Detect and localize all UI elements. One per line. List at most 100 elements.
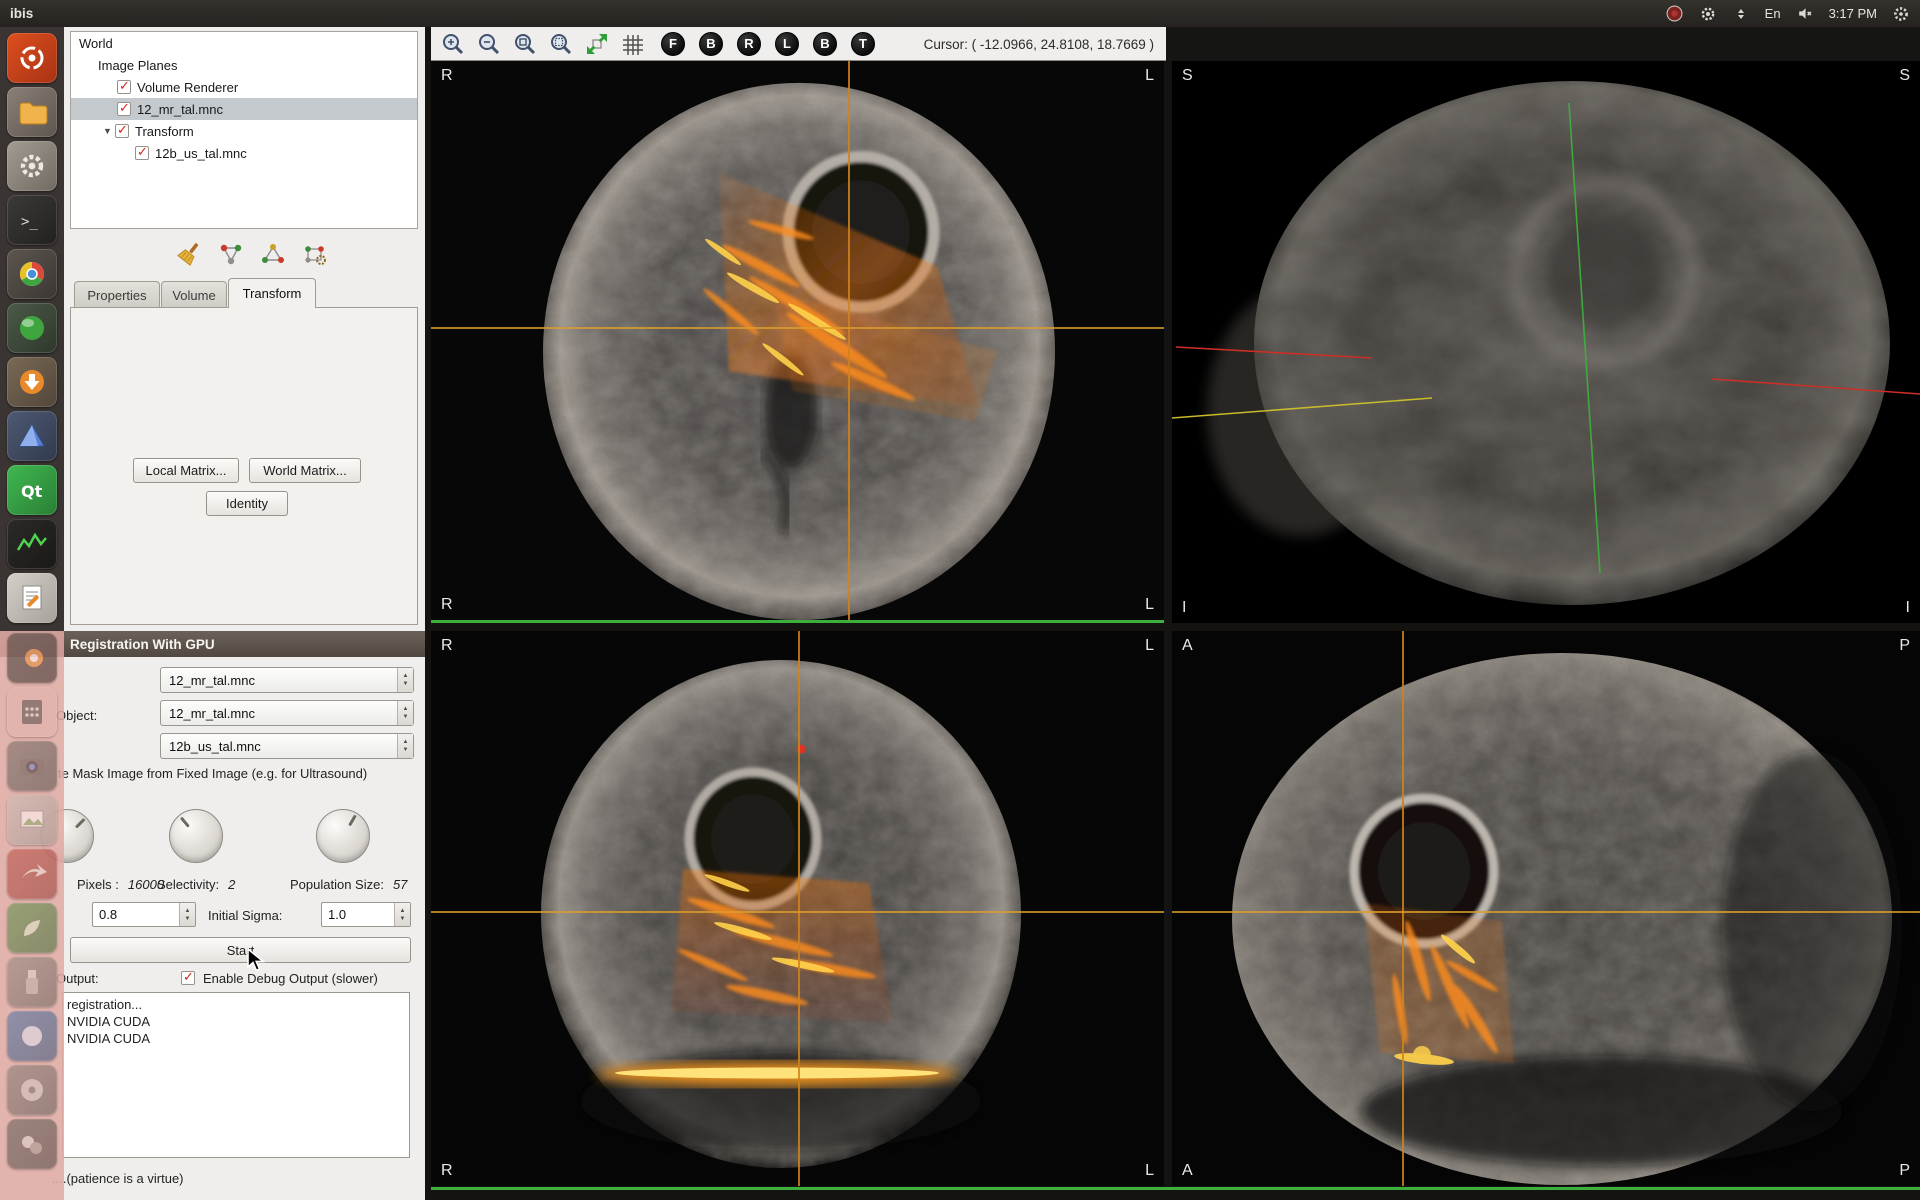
camera-top-button[interactable]: T: [851, 32, 875, 56]
tab-label: Volume: [172, 288, 215, 303]
launcher-icon-terminal[interactable]: >_: [7, 195, 57, 245]
camera-back-button[interactable]: B: [699, 32, 723, 56]
tab-volume[interactable]: Volume: [161, 281, 227, 308]
keyboard-settings-icon[interactable]: [1699, 5, 1717, 23]
population-value: 57: [393, 877, 407, 892]
launcher-icon-media-player[interactable]: [7, 303, 57, 353]
checkbox-checked[interactable]: [117, 80, 131, 94]
tree-item-world[interactable]: World: [71, 32, 417, 54]
launcher-icon-calculator[interactable]: [7, 687, 57, 737]
scene-graph-icon[interactable]: [216, 239, 246, 269]
camera-front-button[interactable]: F: [661, 32, 685, 56]
local-matrix-button[interactable]: Local Matrix...: [133, 458, 239, 483]
zoom-selection-icon[interactable]: [547, 30, 575, 58]
debug-output-label[interactable]: Enable Debug Output (slower): [203, 971, 378, 986]
launcher-icon-graphics-editor[interactable]: [7, 1119, 57, 1169]
button-label: B: [706, 36, 715, 51]
unity-launcher: >_ Qt: [0, 27, 64, 631]
launcher-icon-usb-creator[interactable]: [7, 957, 57, 1007]
combo-arrows-icon[interactable]: [397, 734, 413, 758]
launcher-icon-camera[interactable]: [7, 741, 57, 791]
pixels-label: Pixels :: [77, 877, 119, 892]
tree-item-label: 12b_us_tal.mnc: [155, 146, 247, 161]
volume-muted-icon[interactable]: [1796, 5, 1814, 23]
expand-view-icon[interactable]: [583, 30, 611, 58]
crosshair-horizontal[interactable]: [431, 911, 1164, 913]
record-indicator-icon[interactable]: [1666, 5, 1684, 23]
mask-option-label[interactable]: te Mask Image from Fixed Image (e.g. for…: [58, 766, 367, 781]
registration-status-text: ....(patience is a virtue): [52, 1171, 184, 1186]
checkbox-checked[interactable]: [117, 102, 131, 116]
crosshair-vertical[interactable]: [1402, 631, 1404, 1186]
tree-item-transform[interactable]: Transform: [71, 120, 417, 142]
ultrasound-combo[interactable]: 12b_us_tal.mnc: [160, 733, 414, 759]
grid-icon[interactable]: [619, 30, 647, 58]
launcher-icon-image-viewer[interactable]: [7, 411, 57, 461]
camera-left-button[interactable]: L: [775, 32, 799, 56]
sync-arrows-icon[interactable]: [1732, 5, 1750, 23]
log-line: registration...: [67, 996, 405, 1013]
spin-value: 1.0: [322, 903, 394, 926]
threed-volume-image: [1172, 61, 1920, 623]
spin-arrows-icon[interactable]: [394, 903, 410, 926]
node-settings-icon[interactable]: [300, 239, 330, 269]
coronal-viewport[interactable]: R L R L: [431, 631, 1164, 1186]
spin-arrows-icon[interactable]: [179, 903, 195, 926]
launcher-icon-chromium[interactable]: [7, 249, 57, 299]
threed-viewport[interactable]: S S I I: [1172, 61, 1920, 623]
crosshair-horizontal[interactable]: [431, 327, 1164, 329]
world-matrix-button[interactable]: World Matrix...: [249, 458, 361, 483]
launcher-icon-downloads[interactable]: [7, 357, 57, 407]
population-dial[interactable]: [316, 809, 370, 863]
launcher-icon-green-app[interactable]: [7, 903, 57, 953]
selectivity-dial[interactable]: [169, 809, 223, 863]
transverse-viewport[interactable]: R L R L: [431, 61, 1164, 623]
zoom-out-icon[interactable]: [475, 30, 503, 58]
expander-icon[interactable]: [103, 126, 113, 136]
checkbox-checked[interactable]: [135, 146, 149, 160]
crosshair-vertical[interactable]: [798, 631, 800, 1186]
clock[interactable]: 3:17 PM: [1829, 6, 1877, 21]
camera-bottom-button[interactable]: B: [813, 32, 837, 56]
tree-item-volume-renderer[interactable]: Volume Renderer: [71, 76, 417, 98]
launcher-icon-text-editor[interactable]: [7, 573, 57, 623]
launcher-icon-disks[interactable]: [7, 1065, 57, 1115]
zoom-fit-icon[interactable]: [511, 30, 539, 58]
sagittal-viewport[interactable]: A P A P: [1172, 631, 1920, 1186]
launcher-icon-system-monitor[interactable]: [7, 519, 57, 569]
session-gear-icon[interactable]: [1892, 5, 1910, 23]
fixed-image-combo[interactable]: 12_mr_tal.mnc: [160, 667, 414, 693]
launcher-icon-dash-home[interactable]: [7, 33, 57, 83]
sigma-spinbox-2[interactable]: 1.0: [321, 902, 411, 927]
start-button[interactable]: Start: [70, 937, 411, 963]
crosshair-horizontal[interactable]: [1172, 911, 1920, 913]
launcher-icon-photos[interactable]: [7, 1011, 57, 1061]
launcher-icon-system-settings[interactable]: [7, 141, 57, 191]
keyboard-indicator[interactable]: En: [1765, 6, 1781, 21]
identity-button[interactable]: Identity: [206, 491, 288, 516]
tree-item-image-planes[interactable]: Image Planes: [71, 54, 417, 76]
zoom-in-icon[interactable]: [439, 30, 467, 58]
launcher-icon-red-arrow-app[interactable]: [7, 849, 57, 899]
launcher-icon-files[interactable]: [7, 87, 57, 137]
selectivity-value: 2: [228, 877, 235, 892]
camera-right-button[interactable]: R: [737, 32, 761, 56]
tree-item-12b-us-tal[interactable]: 12b_us_tal.mnc: [71, 142, 417, 164]
clean-scene-broom-icon[interactable]: [174, 239, 204, 269]
registration-log[interactable]: registration... NVIDIA CUDA NVIDIA CUDA: [62, 992, 410, 1158]
crosshair-vertical[interactable]: [848, 61, 850, 620]
checkbox-checked[interactable]: [115, 124, 129, 138]
launcher-icon-qt[interactable]: Qt: [7, 465, 57, 515]
launcher-icon-blender[interactable]: [7, 633, 57, 683]
combo-arrows-icon[interactable]: [397, 668, 413, 692]
sigma-spinbox-1[interactable]: 0.8: [92, 902, 196, 927]
object-combo[interactable]: 12_mr_tal.mnc: [160, 700, 414, 726]
tab-properties[interactable]: Properties: [74, 281, 160, 308]
transverse-slice-image: [431, 61, 1164, 620]
node-network-icon[interactable]: [258, 239, 288, 269]
tab-transform[interactable]: Transform: [228, 278, 316, 308]
debug-output-checkbox[interactable]: [181, 971, 195, 985]
combo-arrows-icon[interactable]: [397, 701, 413, 725]
launcher-icon-screenshot-tool[interactable]: [7, 795, 57, 845]
tree-item-12-mr-tal[interactable]: 12_mr_tal.mnc: [71, 98, 417, 120]
